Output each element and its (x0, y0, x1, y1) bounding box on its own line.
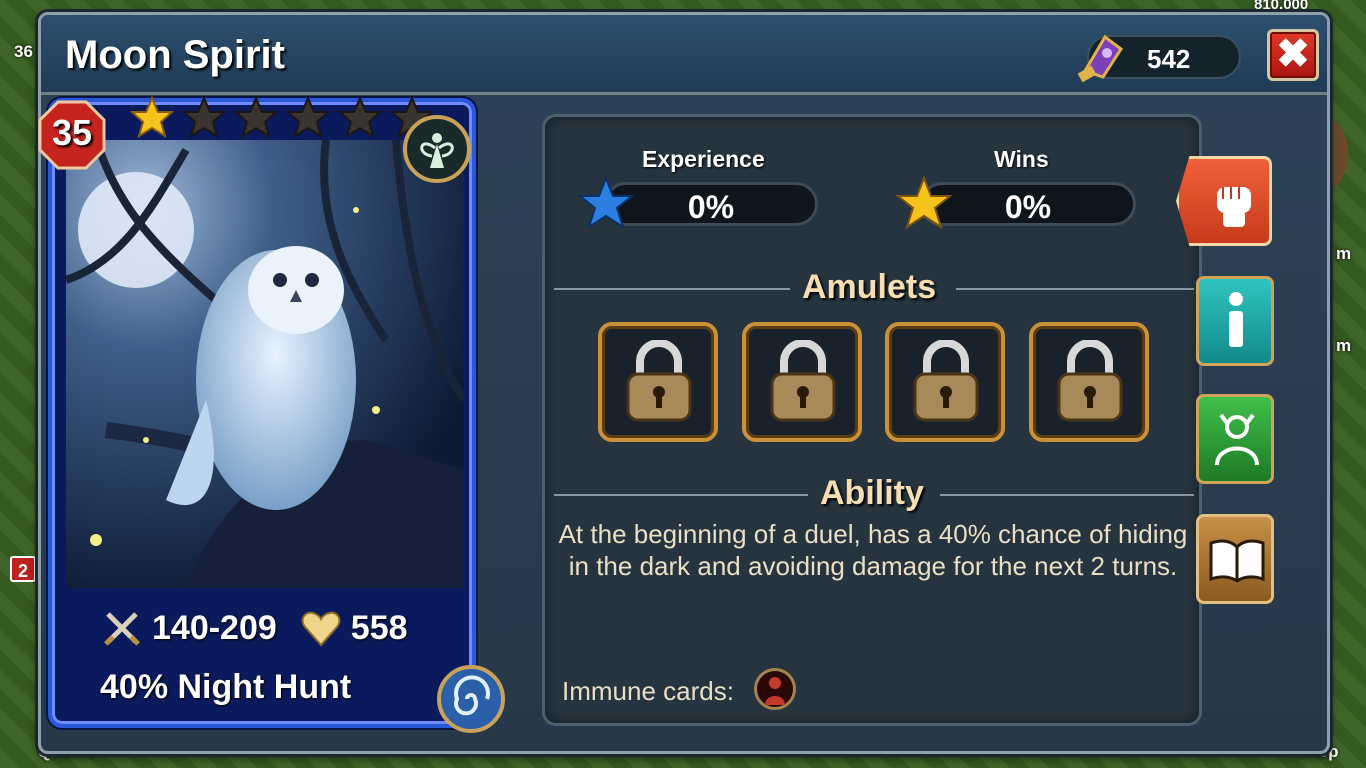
info-icon (1229, 292, 1243, 347)
padlock-icon (913, 340, 979, 422)
ability-divider-right (940, 494, 1194, 496)
amulets-divider-left (554, 288, 790, 290)
immune-cards-label: Immune cards: (562, 676, 734, 706)
amulets-title: Amulets (802, 268, 937, 306)
currency-display: 542 (1077, 34, 1241, 83)
experience-value: 0% (687, 189, 735, 225)
fight-fist-icon (1217, 187, 1251, 227)
experience-bar: 0% (604, 182, 818, 226)
wins-label: Wins (994, 146, 1049, 172)
heart-icon (301, 611, 341, 647)
background-m-label: m (1336, 244, 1352, 263)
background-counter: 36 (14, 42, 33, 61)
crossed-swords-icon (104, 612, 140, 646)
padlock-icon (1057, 340, 1123, 422)
ability-title: Ability (820, 474, 924, 512)
close-icon: ✖ (1276, 32, 1310, 76)
close-button[interactable]: ✖ (1267, 29, 1319, 81)
amulet-slot-locked[interactable] (742, 322, 862, 442)
amulets-divider-right (956, 288, 1194, 290)
wins-bar: 0% (920, 182, 1136, 226)
card-skill: 40% Night Hunt (100, 668, 352, 706)
attack-value: 140-209 (152, 608, 277, 647)
ability-divider-left (554, 494, 808, 496)
amulet-slot-locked[interactable] (885, 322, 1005, 442)
upgrade-button[interactable] (1196, 394, 1274, 484)
star-filled-icon (130, 96, 174, 138)
background-notification-badge: 2 (10, 556, 36, 582)
star-empty-icon (338, 96, 382, 138)
star-empty-icon (234, 96, 278, 138)
gold-star-icon (896, 176, 952, 230)
book-icon (1209, 539, 1265, 583)
ability-description: At the beginning of a duel, has a 40% ch… (558, 519, 1188, 581)
card-star-rating (130, 96, 434, 138)
background-m-label: m (1336, 336, 1352, 355)
fight-button[interactable] (1176, 156, 1272, 246)
card-title: Moon Spirit (65, 33, 285, 77)
water-swirl-icon (437, 665, 505, 733)
card-level: 35 (51, 112, 93, 153)
blue-star-icon (578, 176, 634, 230)
red-figure-icon (765, 677, 785, 705)
purple-gem-scroll-icon (1077, 34, 1124, 83)
padlock-icon (626, 340, 692, 422)
fairy-icon (403, 115, 471, 183)
currency-value: 542 (1147, 44, 1191, 74)
wins-value: 0% (1004, 189, 1052, 225)
star-empty-icon (182, 96, 226, 138)
experience-label: Experience (642, 146, 765, 172)
title-bar: Moon Spirit 542 ✖ (41, 15, 1327, 95)
star-empty-icon (286, 96, 330, 138)
card-book-button[interactable] (1196, 514, 1274, 604)
info-button[interactable] (1196, 276, 1274, 366)
owl-artwork (66, 140, 464, 588)
amulet-slot-locked[interactable] (598, 322, 718, 442)
padlock-icon (770, 340, 836, 422)
card-stats: 140-209 558 (102, 604, 408, 652)
health-value: 558 (350, 608, 408, 647)
upgrade-figure-icon (1215, 413, 1259, 466)
amulet-slot-locked[interactable] (1029, 322, 1149, 442)
immune-card-icon[interactable] (754, 668, 796, 710)
